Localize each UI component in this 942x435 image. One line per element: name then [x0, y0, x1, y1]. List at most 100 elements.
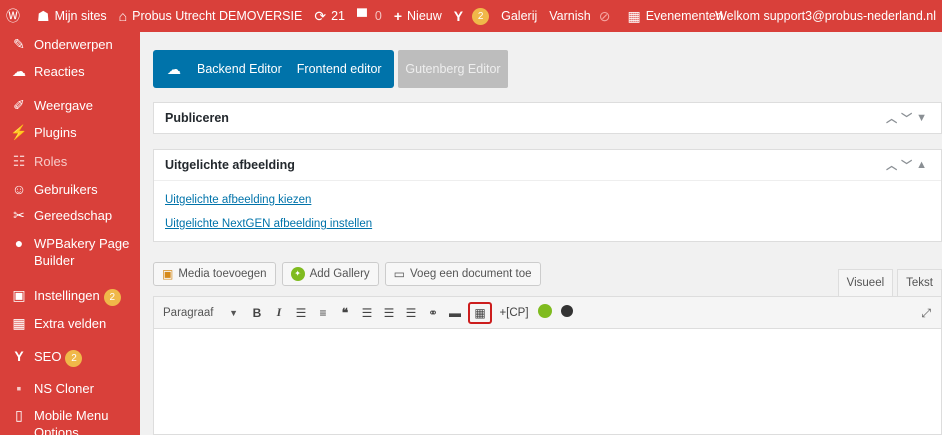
sidebar-item-mobile-menu[interactable]: ▯ Mobile Menu Options [0, 407, 140, 435]
user-icon: ☺ [11, 181, 27, 197]
settings-icon: ▣ [12, 287, 26, 303]
yoast-menu[interactable]: Y 2 [448, 0, 495, 32]
comments-icon: ☁ [12, 63, 26, 79]
italic-icon[interactable]: I [268, 305, 290, 320]
sidebar-item-plugins[interactable]: ⚡ Plugins [0, 124, 140, 141]
sidebar-item-label: SEO 2 [30, 348, 83, 367]
updates-icon: ⟳ [314, 7, 327, 24]
sidebar-item-reacties[interactable]: ☁ Reacties [0, 63, 140, 80]
move-down-icon[interactable]: ﹀ [901, 110, 916, 126]
blockquote-icon[interactable]: ❝ [334, 306, 356, 320]
comments-menu[interactable]: ▀ 0 [351, 0, 388, 32]
move-up-icon[interactable]: ︿ [886, 157, 901, 173]
new-label: Nieuw [407, 9, 442, 23]
read-more-icon[interactable]: ▬ [444, 306, 466, 320]
sidebar-item-ns-cloner[interactable]: ▪ NS Cloner [0, 380, 140, 397]
cp-shortcode-button[interactable]: +[CP] [494, 307, 534, 319]
format-select-value: Paragraaf [163, 306, 214, 319]
varnish-menu[interactable]: Varnish ⊘ [543, 0, 621, 32]
my-sites-menu[interactable]: ☗ Mijn sites [31, 0, 113, 32]
pin-icon: ✎ [13, 36, 25, 52]
sidebar-item-label: Onderwerpen [34, 37, 113, 52]
sidebar-item-roles[interactable]: ☷ Roles [0, 153, 140, 170]
seo-badge: 2 [65, 350, 83, 367]
featured-image-header[interactable]: Uitgelichte afbeelding ︿ ﹀ ▲ [154, 150, 941, 180]
wordpress-menu[interactable]: Ⓦ [0, 0, 31, 32]
featured-image-title: Uitgelichte afbeelding [165, 158, 295, 172]
add-gallery-button[interactable]: ✦ Add Gallery [281, 262, 379, 286]
sidebar-item-label: NS Cloner [34, 381, 94, 396]
choose-featured-image-link[interactable]: Uitgelichte afbeelding kiezen [165, 191, 931, 215]
move-down-icon[interactable]: ﹀ [901, 157, 916, 173]
admin-sidebar: ✎ Onderwerpen ☁ Reacties ✐ Weergave ⚡ Pl… [0, 32, 140, 435]
bullet-list-icon[interactable]: ☰ [290, 306, 312, 320]
dropdown-arrow-icon: ▼ [229, 307, 238, 318]
toggle-panel-icon[interactable]: ▲ [916, 159, 931, 171]
updates-count: 21 [331, 9, 345, 23]
sidebar-item-label-text: Instellingen [34, 288, 100, 303]
sidebar-item-label: Extra velden [34, 316, 107, 331]
sidebar-item-label: Mobile Menu Options [34, 408, 109, 435]
frontend-editor-button[interactable]: Frontend editor [297, 62, 382, 76]
sidebar-item-instellingen[interactable]: ▣ Instellingen 2 [0, 287, 140, 306]
backend-editor-button[interactable]: Backend Editor [197, 62, 282, 76]
align-right-icon[interactable]: ☰ [400, 306, 422, 320]
link-icon[interactable]: ⚭ [422, 306, 444, 320]
content-editor: Paragraaf ▼ B I ☰ ≡ ❝ ☰ ☰ ☰ ⚭ ▬ ▦ +[CP] … [153, 296, 942, 435]
nextgen-gallery-icon[interactable] [534, 304, 556, 321]
new-content-menu[interactable]: + Nieuw [388, 0, 448, 32]
nextgen-featured-image-link[interactable]: Uitgelichte NextGEN afbeelding instellen [165, 215, 931, 239]
move-up-icon[interactable]: ︿ [886, 110, 901, 126]
fullscreen-icon[interactable]: ⤢ [921, 297, 931, 329]
events-menu[interactable]: ▦ Evenementen [621, 0, 728, 32]
sidebar-item-gereedschap[interactable]: ✂ Gereedschap [0, 207, 140, 224]
pie-chart-icon[interactable] [556, 305, 578, 320]
wordpress-icon: Ⓦ [6, 8, 20, 24]
account-menu[interactable]: Welkom support3@probus-nederland.nl [715, 0, 942, 32]
featured-image-links: Uitgelichte afbeelding kiezen Uitgelicht… [154, 180, 941, 239]
mobile-icon: ▯ [15, 407, 23, 423]
comments-count: 0 [374, 9, 382, 23]
add-gallery-label: Add Gallery [309, 268, 370, 280]
editor-tabs: Visueel Tekst [834, 269, 942, 296]
sidebar-item-label: WPBakery Page Builder [34, 236, 130, 268]
add-media-button[interactable]: ▣ Media toevoegen [153, 262, 276, 286]
publish-box-header[interactable]: Publiceren ︿ ﹀ ▼ [154, 103, 941, 133]
sidebar-item-extra-velden[interactable]: ▦ Extra velden [0, 315, 140, 332]
editor-toolbar: Paragraaf ▼ B I ☰ ≡ ❝ ☰ ☰ ☰ ⚭ ▬ ▦ +[CP] … [154, 297, 941, 329]
main-content: ☁ Backend Editor Frontend editor Gutenbe… [140, 32, 942, 435]
varnish-disabled-icon: ⊘ [598, 7, 611, 24]
wrench-icon: ✂ [13, 207, 25, 223]
sidebar-item-gebruikers[interactable]: ☺ Gebruikers [0, 181, 140, 198]
sidebar-item-weergave[interactable]: ✐ Weergave [0, 97, 140, 114]
publish-box-controls: ︿ ﹀ ▼ [886, 103, 931, 133]
numbered-list-icon[interactable]: ≡ [312, 306, 334, 320]
toggle-panel-icon[interactable]: ▼ [916, 112, 931, 124]
align-center-icon[interactable]: ☰ [378, 306, 400, 320]
tab-text[interactable]: Tekst [897, 269, 942, 296]
yoast-icon: Y [14, 348, 24, 364]
sidebar-item-label: Instellingen 2 [30, 287, 121, 306]
bakery-icon: ● [14, 235, 24, 251]
sidebar-item-onderwerpen[interactable]: ✎ Onderwerpen [0, 36, 140, 53]
updates-menu[interactable]: ⟳ 21 [308, 0, 351, 32]
add-document-button[interactable]: ▭ Voeg een document toe [384, 262, 541, 286]
sidebar-item-label: Gereedschap [34, 208, 113, 223]
bold-icon[interactable]: B [246, 306, 268, 320]
gutenberg-editor-button[interactable]: Gutenberg Editor [398, 50, 508, 88]
sidebar-item-seo[interactable]: Y SEO 2 [0, 348, 140, 367]
admin-bar: Ⓦ ☗ Mijn sites ⌂ Probus Utrecht DEMOVERS… [0, 0, 942, 32]
site-name-menu[interactable]: ⌂ Probus Utrecht DEMOVERSIE [113, 0, 309, 32]
sidebar-item-wpbakery[interactable]: ● WPBakery Page Builder [0, 235, 140, 269]
varnish-label: Varnish [549, 9, 591, 23]
builder-editor-group: ☁ Backend Editor Frontend editor [153, 50, 394, 88]
events-label: Evenementen [645, 9, 723, 23]
gallery-menu[interactable]: Galerij [495, 0, 543, 32]
align-left-icon[interactable]: ☰ [356, 306, 378, 320]
add-document-label: Voeg een document toe [410, 268, 532, 280]
cloner-icon: ▪ [16, 380, 22, 396]
format-select[interactable]: Paragraaf ▼ [163, 307, 238, 319]
toolbar-toggle-icon[interactable]: ▦ [468, 301, 492, 324]
tab-visual[interactable]: Visueel [837, 269, 894, 296]
document-icon: ▭ [393, 267, 406, 281]
